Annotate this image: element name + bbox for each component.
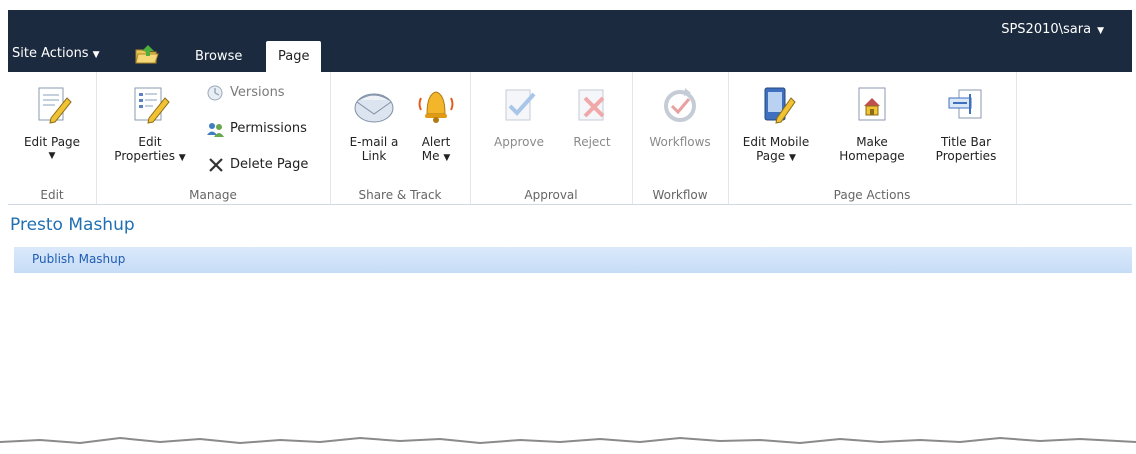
edit-mobile-page-button[interactable]: Edit Mobile Page ▼ [734,84,818,165]
chevron-down-icon: ▼ [788,153,796,163]
title-bar-properties-button[interactable]: Title Bar Properties [926,84,1006,163]
workflows-label: Workflows [649,135,711,149]
versions-button[interactable]: Versions [206,82,285,104]
edit-mobile-page-icon [764,87,796,124]
title-bar-label-2: Properties [935,149,997,163]
edit-properties-button[interactable]: Edit Properties ▼ [102,84,198,165]
edit-properties-text: Properties [114,149,175,163]
user-menu[interactable]: SPS2010\sara ▼ [1001,22,1104,37]
tab-page[interactable]: Page [266,41,322,72]
chevron-down-icon: ▼ [1097,26,1104,36]
tab-browse[interactable]: Browse [183,41,254,72]
workflows-button[interactable]: Workflows [638,84,722,149]
chevron-down-icon: ▼ [178,153,186,163]
torn-edge-decoration [0,436,1136,454]
approve-label: Approve [494,135,544,149]
alert-me-label-2: Me ▼ [412,149,460,165]
edit-mobile-text: Page [756,149,786,163]
group-label-share-track: Share & Track [358,188,442,202]
nav-item-publish-mashup[interactable]: Publish Mashup [32,252,125,266]
edit-properties-label-2: Properties ▼ [102,149,198,165]
group-label-edit: Edit [40,188,64,202]
make-homepage-label-2: Homepage [839,149,905,163]
delete-page-button[interactable]: Delete Page [206,154,308,176]
title-bar-properties-icon [948,89,982,119]
email-link-label-2: Link [361,149,387,163]
make-homepage-button[interactable]: Make Homepage [824,84,920,163]
alert-me-label-1: Alert [421,135,451,149]
chevron-down-icon: ▼ [92,50,100,60]
alert-me-text: Me [421,149,440,163]
approve-button[interactable]: Approve [484,84,554,149]
edit-properties-icon [134,87,170,124]
edit-properties-label-1: Edit [138,135,162,149]
group-label-page-actions: Page Actions [833,188,911,202]
homepage-icon [858,87,886,121]
reject-icon [578,89,605,121]
title-bar-label-1: Title Bar [940,135,992,149]
group-workflow: Workflows Workflow [632,72,729,204]
group-page-actions: Edit Mobile Page ▼ Make Homepage Title B… [728,72,1017,204]
alert-me-button[interactable]: Alert Me ▼ [412,84,460,165]
page-title[interactable]: Presto Mashup [10,215,135,235]
ribbon: Edit Page ▼ Edit Edit Properties ▼ Versi… [8,72,1132,205]
edit-page-label: Edit Page [23,135,81,149]
permissions-icon [207,122,224,137]
edit-mobile-label-2: Page ▼ [734,149,818,165]
approve-icon [505,89,536,121]
make-homepage-label-1: Make [856,135,888,149]
reject-label: Reject [573,135,611,149]
navigate-up-icon[interactable] [134,42,160,66]
site-actions-menu[interactable]: Site Actions ▼ [12,46,100,61]
delete-icon [209,157,223,172]
email-link-button[interactable]: E-mail a Link [344,84,404,163]
bell-icon [418,91,454,123]
chevron-down-icon: ▼ [48,151,56,161]
versions-icon [207,85,223,100]
email-link-label-1: E-mail a [349,135,399,149]
edit-page-icon [38,87,72,124]
site-actions-label: Site Actions [12,46,89,61]
group-label-approval: Approval [524,188,578,202]
email-icon [354,93,394,123]
reject-button[interactable]: Reject [560,84,624,149]
group-label-workflow: Workflow [652,188,708,202]
permissions-label: Permissions [230,121,307,136]
group-approval: Approve Reject Approval [470,72,633,204]
group-edit: Edit Page ▼ Edit [8,72,97,204]
edit-page-button[interactable]: Edit Page ▼ [12,84,92,163]
user-name: SPS2010\sara [1001,22,1092,37]
quick-launch-bar: Publish Mashup [14,247,1132,273]
top-bar: Site Actions ▼ Browse Page SPS2010\sara ▼ [8,10,1132,72]
chevron-down-icon: ▼ [443,153,451,163]
permissions-button[interactable]: Permissions [206,118,307,140]
delete-page-label: Delete Page [230,157,309,172]
group-manage: Edit Properties ▼ Versions Permissions D… [96,72,331,204]
workflow-icon [664,88,696,122]
group-label-manage: Manage [189,188,237,202]
versions-label: Versions [230,85,285,100]
edit-mobile-label-1: Edit Mobile [742,135,810,149]
group-share-track: E-mail a Link Alert Me ▼ Share & Track [330,72,471,204]
